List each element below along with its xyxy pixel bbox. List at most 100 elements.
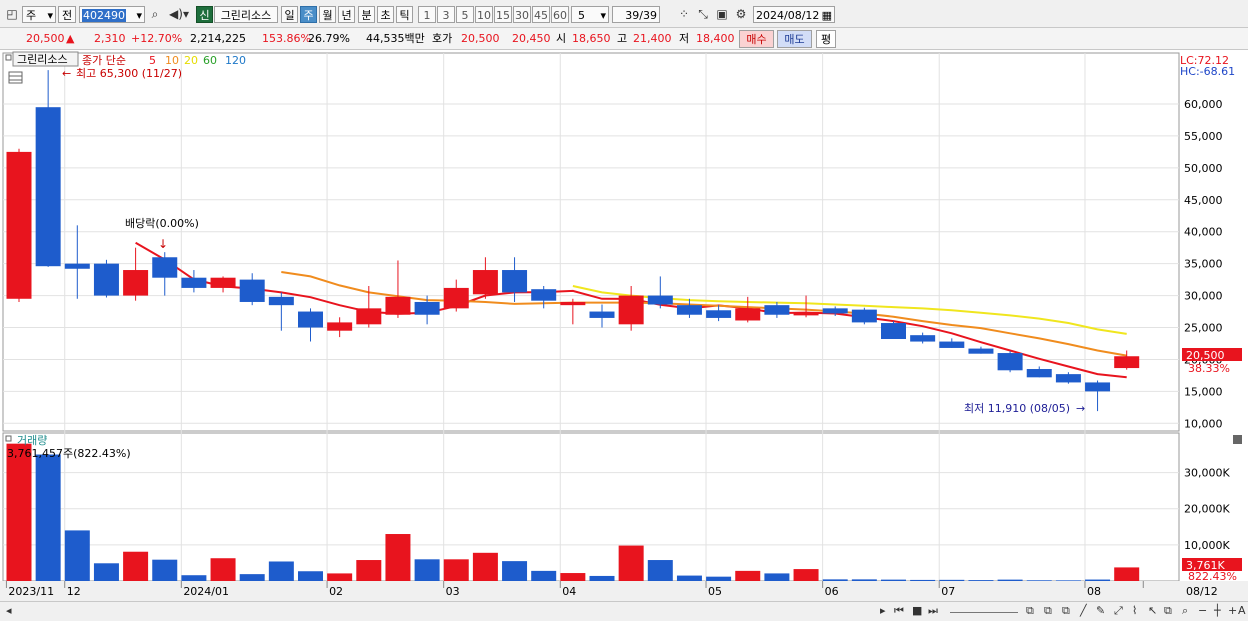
candle	[881, 321, 906, 340]
price-pane	[2, 52, 1180, 432]
period-tick-button[interactable]: 틱	[396, 6, 413, 23]
candle-body	[356, 308, 382, 325]
prev-button[interactable]: 전	[58, 6, 76, 23]
volume-bar	[472, 552, 498, 581]
line-tool-icon[interactable]: ╱	[1080, 604, 1087, 618]
interval-10-button[interactable]: 10	[475, 6, 493, 23]
sell-button[interactable]: 매도	[777, 30, 812, 48]
period-day-button[interactable]: 일	[281, 6, 298, 23]
last-page-icon[interactable]: ⏭	[928, 604, 938, 618]
page-count: 39/39	[612, 6, 660, 23]
time-tick-label: 08	[1087, 585, 1101, 598]
search-icon[interactable]: ⌕	[148, 6, 162, 23]
candle-body	[706, 310, 732, 318]
candle-body	[210, 277, 236, 288]
period-week-button[interactable]: 주	[300, 6, 317, 23]
first-page-icon[interactable]: ⏮	[894, 604, 904, 618]
legend-ma20: 20	[184, 54, 198, 67]
volume-pane	[2, 432, 1180, 582]
eval-button[interactable]: 평	[816, 30, 836, 48]
period-month-button[interactable]: 월	[319, 6, 336, 23]
search-icon[interactable]: ⌕	[1182, 604, 1188, 618]
time-tick-label: 07	[941, 585, 955, 598]
date-value: 2024/08/12	[756, 9, 820, 22]
volume-bar	[647, 560, 673, 581]
zigzag-tool-icon[interactable]: ⌇	[1132, 604, 1137, 618]
candle-body	[181, 277, 207, 288]
layout-icon[interactable]: ⧉	[1026, 604, 1034, 618]
last-volume-pct: 822.43%	[1188, 570, 1237, 583]
candle-body	[239, 279, 265, 302]
interval-60-button[interactable]: 60	[551, 6, 569, 23]
low-label: 저	[679, 32, 690, 45]
ask-label: 호가	[432, 32, 453, 45]
volume-bar	[851, 579, 877, 581]
scroll-left-icon[interactable]: ◂	[6, 604, 12, 618]
buy-button[interactable]: 매수	[739, 30, 774, 48]
grid-icon[interactable]: ⁘	[676, 6, 692, 23]
volume-pane-close-icon[interactable]	[1233, 435, 1242, 444]
volume-legend-title: 거래량	[17, 434, 47, 447]
volume-bar	[1085, 579, 1111, 581]
chart-scrollbar[interactable]: ◂ ▸ ⏮ ■ ⏭ ⧉ ⧉ ⧉ ╱ ✎ ⤢ ⌇ ↖ ⧉ ⌕ − ┼ + A	[0, 601, 1248, 621]
crosshair-icon[interactable]: ┼	[1214, 604, 1221, 618]
candle-body	[414, 301, 440, 315]
interval-30-button[interactable]: 30	[513, 6, 531, 23]
high-price: 21,400	[633, 32, 672, 45]
interval-1-button[interactable]: 1	[418, 6, 436, 23]
period-year-button[interactable]: 년	[338, 6, 355, 23]
period-minute-button[interactable]: 분	[358, 6, 375, 23]
stop-icon[interactable]: ■	[912, 604, 922, 618]
speaker-icon[interactable]: ◀)▾	[166, 6, 192, 23]
pointer-icon[interactable]: ↖	[1148, 604, 1157, 618]
draw-tool-icon[interactable]: ⤡	[695, 6, 711, 23]
zoom-out-icon[interactable]: −	[1198, 604, 1207, 618]
dividend-arrow-icon: ↓	[158, 237, 168, 251]
volume-bar	[298, 571, 323, 581]
trend-tool-icon[interactable]: ⤢	[1114, 604, 1123, 618]
legend-stock-name: 그린리소스	[17, 53, 68, 66]
bid-price: 20,450	[512, 32, 551, 45]
volume-ratio: 153.86%	[262, 32, 311, 45]
date-input[interactable]: 2024/08/12 ▦	[753, 6, 835, 23]
volume-bar	[968, 580, 994, 581]
volume-bar	[93, 563, 119, 581]
gear-icon[interactable]: ⚙	[733, 6, 749, 23]
save-icon[interactable]: ▣	[714, 6, 730, 23]
count-select[interactable]: 5 ▾	[571, 6, 609, 23]
interval-3-button[interactable]: 3	[437, 6, 455, 23]
zoom-slider[interactable]	[950, 612, 1018, 613]
candle-body	[793, 312, 819, 316]
stock-name[interactable]: 그린리소스	[214, 6, 278, 23]
interval-15-button[interactable]: 15	[494, 6, 512, 23]
interval-45-button[interactable]: 45	[532, 6, 550, 23]
window-icon[interactable]: ⧉	[1164, 604, 1172, 618]
copy-icon[interactable]: ⧉	[1044, 604, 1052, 618]
scroll-right-icon[interactable]: ▸	[880, 604, 886, 618]
volume-tick-label: 20,000K	[1184, 503, 1230, 516]
market-select[interactable]: 주 ▾	[22, 6, 56, 23]
volume-bar	[64, 530, 90, 581]
draw-pen-icon[interactable]: ✎	[1096, 604, 1105, 618]
font-size-icon[interactable]: A	[1238, 604, 1246, 618]
chevron-down-icon: ▾	[136, 9, 142, 22]
code-input[interactable]: 402490 ▾	[79, 6, 145, 23]
volume-bar	[735, 570, 761, 581]
high-label: 고	[617, 32, 628, 45]
price-tick-label: 55,000	[1184, 130, 1223, 143]
period-second-button[interactable]: 초	[377, 6, 394, 23]
chevron-down-icon: ▾	[47, 9, 53, 22]
interval-5-button[interactable]: 5	[456, 6, 474, 23]
zoom-in-icon[interactable]: +	[1228, 604, 1237, 618]
volume-bar	[881, 579, 906, 581]
change-percent: +12.70%	[131, 32, 183, 45]
time-tick-label: 08/12	[1186, 585, 1218, 598]
legend-ma-label: 종가 단순	[82, 54, 126, 67]
price-tick-label: 15,000	[1184, 385, 1223, 398]
change-value: 2,310	[94, 32, 126, 45]
window-icon[interactable]: ◰	[5, 6, 19, 23]
table-icon[interactable]	[8, 71, 23, 84]
stock-chart[interactable]: 60,000 55,000 50,000 45,000 40,000 35,000 30,0…	[0, 50, 1248, 601]
window-tile-icon[interactable]: ⧉	[1062, 604, 1070, 618]
high-annotation: 최고 65,300 (11/27)	[76, 67, 182, 80]
